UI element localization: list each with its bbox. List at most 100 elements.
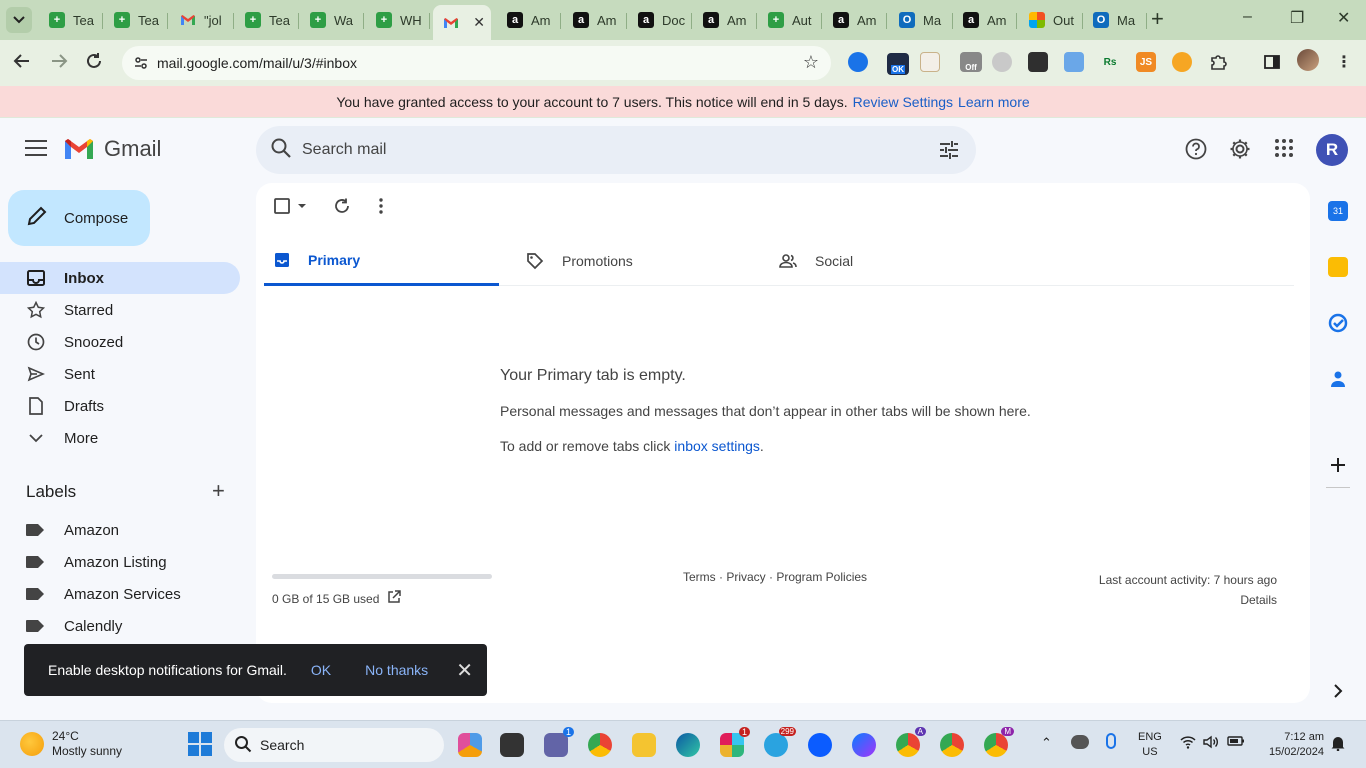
notifications-bell-icon[interactable]: [1331, 735, 1345, 754]
nav-item-sent[interactable]: Sent: [0, 358, 240, 390]
show-side-panel-icon[interactable]: [1328, 681, 1348, 701]
close-window-button[interactable]: ✕: [1337, 8, 1350, 28]
browser-tab[interactable]: + Tea: [39, 5, 103, 35]
file-explorer-icon[interactable]: [632, 733, 656, 757]
external-link-icon[interactable]: [387, 590, 402, 607]
calendar-icon[interactable]: 31: [1328, 201, 1348, 221]
select-all-checkbox[interactable]: [274, 197, 308, 220]
messenger-icon[interactable]: [852, 733, 876, 757]
forward-button[interactable]: [50, 52, 68, 75]
chrome-icon[interactable]: [588, 733, 612, 757]
browser-tab[interactable]: a Am: [953, 5, 1017, 35]
browser-tab[interactable]: O Ma: [1083, 5, 1147, 35]
footer-links[interactable]: Terms · Privacy · Program Policies: [683, 570, 867, 584]
language-indicator[interactable]: ENG US: [1138, 730, 1162, 760]
search-options-icon[interactable]: [938, 139, 960, 166]
browser-tab[interactable]: a Am: [563, 5, 627, 35]
snackbar-ok-button[interactable]: OK: [311, 662, 331, 678]
nav-item-snoozed[interactable]: Snoozed: [0, 326, 240, 358]
browser-tab[interactable]: a Am: [497, 5, 561, 35]
telegram-icon[interactable]: 299: [764, 727, 796, 757]
weather-widget[interactable]: 24°C Mostly sunny: [20, 729, 122, 759]
restore-button[interactable]: ❐: [1290, 8, 1304, 28]
extension-off-icon[interactable]: Off: [960, 52, 982, 72]
get-addons-icon[interactable]: [1328, 455, 1348, 475]
main-menu-icon[interactable]: [25, 140, 47, 156]
account-avatar[interactable]: R: [1316, 134, 1348, 166]
more-actions-icon[interactable]: [378, 197, 384, 220]
taskbar-search[interactable]: Search: [224, 728, 444, 762]
inbox-settings-link[interactable]: inbox settings: [674, 438, 760, 454]
extension-qr-icon[interactable]: [1028, 52, 1048, 72]
chrome-profile-a-icon[interactable]: A: [896, 727, 926, 757]
show-hidden-icons-icon[interactable]: ⌃: [1041, 735, 1052, 751]
side-panel-icon[interactable]: [1262, 52, 1282, 72]
bookmark-star-icon[interactable]: ☆: [803, 52, 819, 73]
nav-item-more[interactable]: More: [0, 422, 240, 454]
extension-rs-icon[interactable]: Rs: [1100, 52, 1120, 72]
address-bar[interactable]: mail.google.com/mail/u/3/#inbox ☆: [122, 46, 831, 80]
extension-icon-3[interactable]: [920, 52, 940, 72]
label-item[interactable]: Calendly: [0, 610, 256, 642]
close-tab-icon[interactable]: ✕: [473, 14, 485, 31]
onedrive-icon[interactable]: [1071, 735, 1089, 749]
chrome-active-icon[interactable]: [940, 733, 964, 757]
edge-icon[interactable]: [676, 733, 700, 757]
microphone-icon[interactable]: [1106, 733, 1116, 749]
wifi-icon[interactable]: [1180, 735, 1196, 752]
teams-icon[interactable]: 1: [544, 727, 574, 757]
extension-ok-icon[interactable]: OK: [887, 53, 909, 75]
close-icon[interactable]: ✕: [456, 658, 473, 683]
browser-tab[interactable]: + Tea: [235, 5, 299, 35]
site-info-icon[interactable]: [132, 54, 150, 72]
url-text[interactable]: mail.google.com/mail/u/3/#inbox: [157, 55, 357, 71]
start-button[interactable]: [188, 732, 212, 756]
task-view-icon[interactable]: [500, 733, 524, 757]
slack-icon[interactable]: 1: [720, 727, 750, 757]
snackbar-no-thanks-button[interactable]: No thanks: [365, 662, 428, 678]
browser-tab[interactable]: a Am: [823, 5, 887, 35]
settings-gear-icon[interactable]: [1229, 138, 1251, 165]
browser-tab[interactable]: + WH: [366, 5, 430, 35]
browser-tab-active[interactable]: ✕: [433, 5, 491, 40]
search-icon[interactable]: [270, 137, 292, 164]
browser-tab[interactable]: a Doc: [628, 5, 692, 35]
review-settings-link[interactable]: Review Settings: [853, 94, 953, 110]
create-label-button[interactable]: +: [212, 480, 225, 502]
search-input[interactable]: [302, 141, 902, 159]
browser-tab[interactable]: O Ma: [889, 5, 953, 35]
tab-promotions[interactable]: Promotions: [516, 236, 751, 286]
tab-search-button[interactable]: [6, 7, 32, 33]
keep-icon[interactable]: [1328, 257, 1348, 277]
battery-icon[interactable]: [1227, 735, 1245, 750]
nav-item-inbox[interactable]: Inbox: [0, 262, 240, 294]
label-item[interactable]: Amazon Listing: [0, 546, 256, 578]
contacts-icon[interactable]: [1328, 369, 1348, 389]
chrome-profile-m-icon[interactable]: M: [984, 727, 1014, 757]
browser-tab[interactable]: + Tea: [104, 5, 168, 35]
volume-icon[interactable]: [1203, 735, 1219, 752]
nav-item-starred[interactable]: Starred: [0, 294, 240, 326]
gmail-logo[interactable]: Gmail: [63, 136, 161, 162]
browser-menu-button[interactable]: ⋮: [1334, 52, 1354, 72]
label-item[interactable]: Amazon: [0, 514, 256, 546]
browser-tab[interactable]: + Wa: [300, 5, 364, 35]
system-clock[interactable]: 7:12 am 15/02/2024: [1258, 730, 1324, 760]
activity-details-link[interactable]: Details: [1099, 590, 1277, 610]
browser-tab[interactable]: + Aut: [758, 5, 822, 35]
copilot-icon[interactable]: [458, 733, 482, 757]
learn-more-link[interactable]: Learn more: [958, 94, 1030, 110]
browser-tab[interactable]: "jol: [170, 5, 234, 35]
browser-tab[interactable]: a Am: [693, 5, 757, 35]
google-apps-grid-icon[interactable]: [1274, 138, 1294, 163]
minimize-button[interactable]: –: [1243, 8, 1252, 26]
extension-icon-1[interactable]: [848, 52, 868, 72]
search-bar[interactable]: [256, 126, 976, 174]
new-tab-button[interactable]: +: [1151, 8, 1164, 30]
label-item[interactable]: Amazon Services: [0, 578, 256, 610]
nav-item-drafts[interactable]: Drafts: [0, 390, 240, 422]
reload-button[interactable]: [85, 52, 103, 75]
browser-tab[interactable]: Out: [1019, 5, 1083, 35]
compose-button[interactable]: Compose: [8, 190, 150, 246]
refresh-icon[interactable]: [333, 197, 351, 220]
